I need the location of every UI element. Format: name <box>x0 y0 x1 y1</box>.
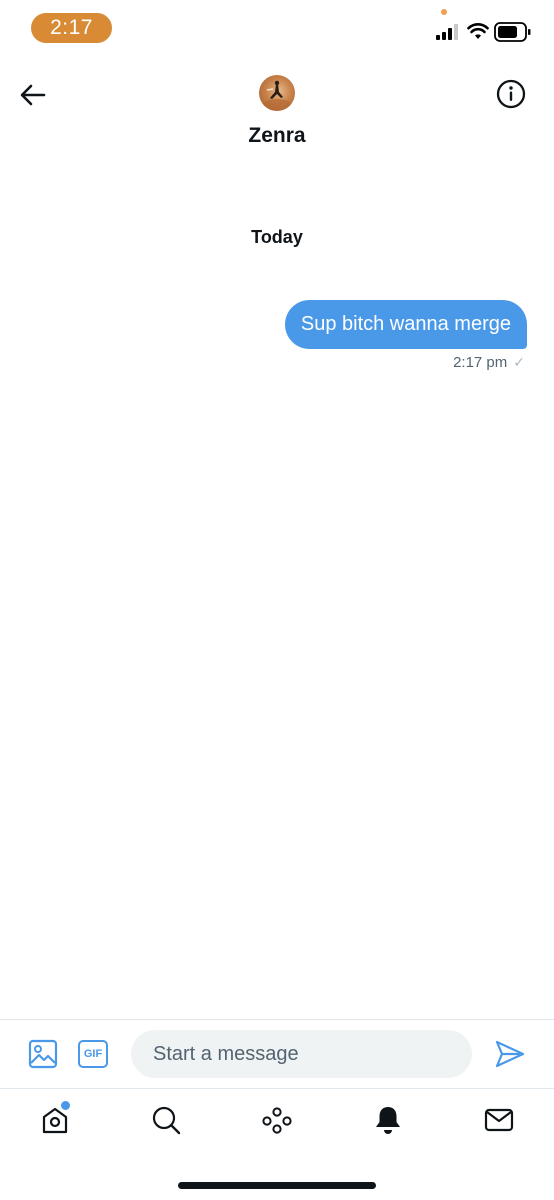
avatar-image <box>263 80 291 111</box>
avatar[interactable] <box>259 75 295 111</box>
sent-check-icon: ✓ <box>513 354 525 370</box>
message-meta: 2:17 pm ✓ <box>453 354 525 371</box>
status-bar: 2:17 <box>0 0 554 56</box>
message-input[interactable] <box>131 1030 472 1078</box>
gif-button[interactable]: GIF <box>78 1040 108 1068</box>
info-icon <box>496 79 526 109</box>
mail-icon <box>484 1108 514 1132</box>
tab-messages[interactable] <box>482 1103 516 1137</box>
add-media-button[interactable] <box>28 1039 58 1069</box>
battery-icon <box>494 22 531 42</box>
search-icon <box>152 1106 181 1135</box>
message-timestamp: 2:17 pm <box>453 354 508 371</box>
bell-icon <box>376 1107 400 1134</box>
date-divider: Today <box>251 227 303 247</box>
back-button[interactable] <box>16 78 50 112</box>
contact-name[interactable]: Zenra <box>0 124 554 148</box>
home-indicator[interactable] <box>178 1182 376 1189</box>
arrow-left-icon <box>20 84 46 106</box>
privacy-indicator-dot <box>441 9 447 15</box>
home-badge-dot <box>60 1100 71 1111</box>
send-button[interactable] <box>494 1038 526 1070</box>
message-composer: GIF <box>0 1020 554 1088</box>
tab-spaces[interactable] <box>260 1103 294 1137</box>
tab-notifications[interactable] <box>371 1103 405 1137</box>
conversation-info-button[interactable] <box>494 77 528 111</box>
tab-bar <box>0 1089 554 1159</box>
cellular-signal-icon <box>436 24 458 40</box>
image-icon <box>28 1039 58 1069</box>
spaces-icon <box>262 1107 292 1134</box>
outgoing-message-bubble[interactable]: Sup bitch wanna merge <box>284 300 527 349</box>
tab-search[interactable] <box>149 1103 183 1137</box>
status-time: 2:17 <box>31 13 112 43</box>
send-icon <box>495 1040 525 1068</box>
wifi-icon <box>467 23 489 39</box>
